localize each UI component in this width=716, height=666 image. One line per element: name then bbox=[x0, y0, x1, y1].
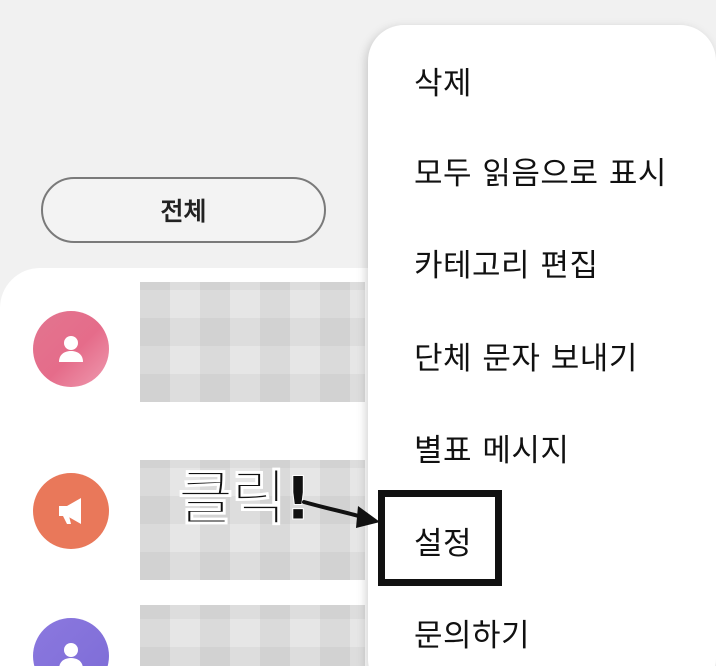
avatar[interactable] bbox=[33, 473, 109, 549]
menu-item-contact-us[interactable]: 문의하기 bbox=[414, 610, 530, 655]
conversation-preview-blurred[interactable] bbox=[140, 282, 365, 402]
settings-highlight-box bbox=[378, 490, 502, 586]
person-icon bbox=[59, 336, 83, 362]
filter-chip-label: 전체 bbox=[160, 197, 207, 226]
menu-item-starred-messages[interactable]: 별표 메시지 bbox=[414, 425, 569, 470]
menu-item-mark-all-read[interactable]: 모두 읽음으로 표시 bbox=[414, 148, 667, 193]
filter-chip-all[interactable]: 전체 bbox=[41, 177, 326, 243]
person-icon bbox=[59, 643, 83, 666]
menu-item-group-message[interactable]: 단체 문자 보내기 bbox=[414, 333, 638, 378]
avatar[interactable] bbox=[33, 311, 109, 387]
menu-item-edit-categories[interactable]: 카테고리 편집 bbox=[414, 240, 598, 285]
arrow-icon bbox=[302, 500, 380, 528]
menu-item-delete[interactable]: 삭제 bbox=[414, 58, 472, 103]
megaphone-icon bbox=[59, 498, 81, 524]
screen: 전체 삭제 모두 읽음으로 표시 카테고리 편집 단체 문자 보내기 별표 메시… bbox=[0, 0, 716, 666]
click-annotation: 클릭! bbox=[178, 464, 313, 535]
conversation-preview-blurred[interactable] bbox=[140, 605, 365, 666]
